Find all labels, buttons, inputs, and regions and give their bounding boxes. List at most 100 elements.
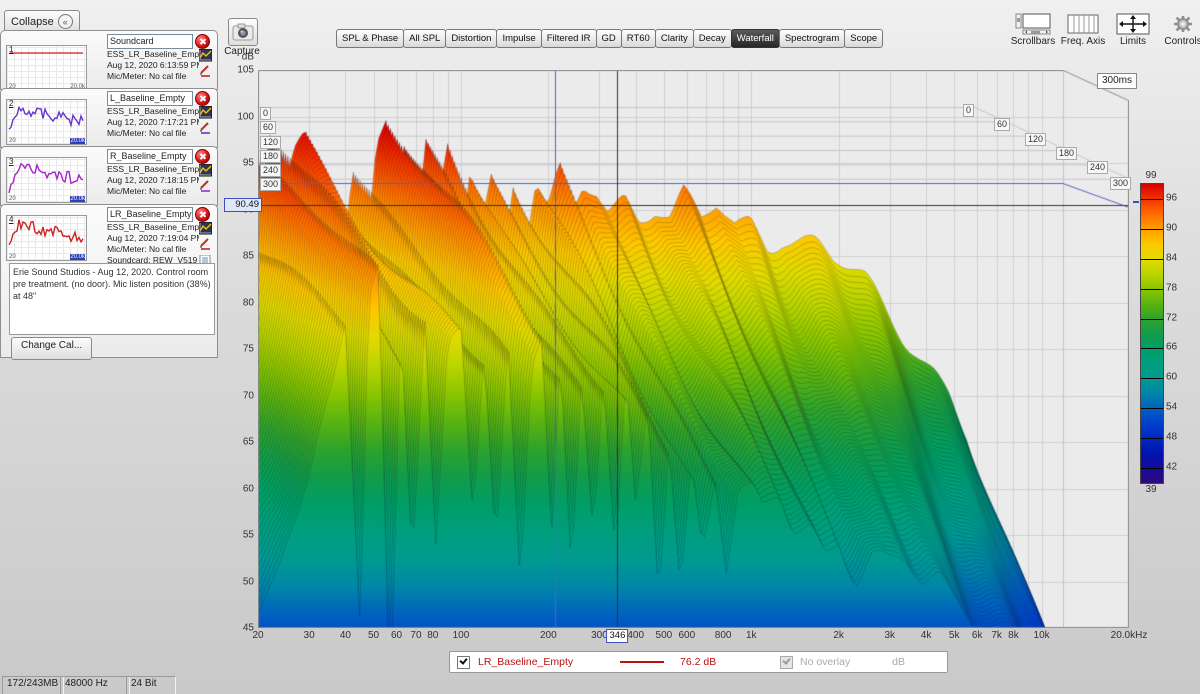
- measurement-notes[interactable]: Erie Sound Studios - Aug 12, 2020. Contr…: [9, 263, 215, 335]
- time-axis-label-left: 240: [260, 164, 281, 177]
- measurement-info-line: Aug 12, 2020 7:17:21 PM: [107, 117, 199, 128]
- y-axis-tick: 105: [222, 65, 254, 76]
- measurement-info-line: ESS_LR_Baseline_Empty: [107, 222, 199, 233]
- trace-visible-checkbox[interactable]: [457, 656, 470, 669]
- time-window-badge: 300ms: [1097, 73, 1137, 89]
- measurement-card-1[interactable]: SoundcardESS_LR_Baseline_EmptyAug 12, 20…: [0, 30, 218, 90]
- measurement-actions-icon[interactable]: [199, 49, 212, 62]
- colorbar-tick: [1141, 229, 1163, 230]
- limits-button[interactable]: Limits: [1110, 12, 1156, 47]
- time-axis-label-right: 60: [994, 118, 1010, 131]
- freq-axis-button[interactable]: Freq. Axis: [1060, 12, 1106, 47]
- colorbar-tick: [1141, 289, 1163, 290]
- trace-cursor-value: 76.2 dB: [680, 656, 740, 668]
- x-axis-tick: 800: [715, 630, 732, 641]
- delete-measurement-button[interactable]: [195, 91, 210, 106]
- x-axis-tick: 4k: [921, 630, 932, 641]
- trace-color-pencil-icon[interactable]: [199, 121, 212, 134]
- x-axis-tick: 600: [679, 630, 696, 641]
- x-axis-tick: 400: [627, 630, 644, 641]
- controls-button[interactable]: Controls: [1160, 12, 1200, 47]
- thumb-axis-max: 20.0k: [70, 196, 85, 202]
- measurement-card-3[interactable]: R_Baseline_EmptyESS_LR_Baseline_EmptyAug…: [0, 146, 218, 206]
- tab-spl-phase[interactable]: SPL & Phase: [336, 29, 404, 48]
- thumb-axis-min: 20: [9, 138, 16, 144]
- tab-spectrogram[interactable]: Spectrogram: [779, 29, 845, 48]
- x-axis-tick: 100: [453, 630, 470, 641]
- measurement-info-line: Mic/Meter: No cal file: [107, 71, 199, 82]
- trace-color-pencil-icon[interactable]: [199, 237, 212, 250]
- y-axis-tick: 50: [222, 576, 254, 587]
- trace-name: LR_Baseline_Empty: [478, 656, 606, 668]
- graph-toolbar: Scrollbars Freq. Axis Limits Controls: [1010, 12, 1200, 47]
- measurement-thumbnail[interactable]: 32020.0k: [6, 157, 87, 203]
- camera-icon: [232, 23, 254, 41]
- y-axis-tick: 65: [222, 437, 254, 448]
- measurement-name-input[interactable]: LR_Baseline_Empty: [107, 207, 193, 222]
- tab-gd[interactable]: GD: [596, 29, 622, 48]
- x-axis-tick: 20.0kHz: [1111, 630, 1148, 641]
- colorbar-tick: [1141, 408, 1163, 409]
- trace-color-pencil-icon[interactable]: [199, 64, 212, 77]
- colorbar-min-label: 39: [1138, 484, 1164, 495]
- measurement-card-2[interactable]: L_Baseline_EmptyESS_LR_Baseline_EmptyAug…: [0, 88, 218, 148]
- tab-filtered-ir[interactable]: Filtered IR: [541, 29, 597, 48]
- measurement-name-input[interactable]: L_Baseline_Empty: [107, 91, 193, 106]
- status-sample-rate: 48000 Hz: [60, 676, 130, 694]
- tab-scope[interactable]: Scope: [844, 29, 883, 48]
- tab-rt60[interactable]: RT60: [621, 29, 656, 48]
- overlay-checkbox[interactable]: [780, 656, 793, 669]
- colorbar-tick: [1141, 348, 1163, 349]
- status-bit-depth: 24 Bit: [126, 676, 176, 694]
- tab-impulse[interactable]: Impulse: [496, 29, 541, 48]
- measurement-info-line: Mic/Meter: No cal file: [107, 128, 199, 139]
- x-axis-tick: 5k: [949, 630, 960, 641]
- colorbar-tick: [1141, 319, 1163, 320]
- time-axis-label-left: 120: [260, 136, 281, 149]
- measurement-info-line: ESS_LR_Baseline_Empty: [107, 49, 199, 60]
- measurement-thumbnail[interactable]: 12020.0k: [6, 45, 87, 91]
- colorbar-cursor-tick: [1133, 201, 1139, 203]
- trace-color-pencil-icon[interactable]: [199, 179, 212, 192]
- tab-waterfall[interactable]: Waterfall: [731, 29, 780, 48]
- measurement-name-input[interactable]: R_Baseline_Empty: [107, 149, 193, 164]
- colorbar-tick: [1141, 199, 1163, 200]
- x-axis-tick: 200: [540, 630, 557, 641]
- scrollbars-button[interactable]: Scrollbars: [1010, 12, 1056, 47]
- collapse-label: Collapse: [11, 16, 54, 28]
- colorbar-tick: [1141, 438, 1163, 439]
- measurement-name-input[interactable]: Soundcard: [107, 34, 193, 49]
- x-axis-tick: 70: [410, 630, 421, 641]
- measurement-card-4[interactable]: LR_Baseline_EmptyESS_LR_Baseline_EmptyAu…: [0, 204, 218, 358]
- tab-clarity[interactable]: Clarity: [655, 29, 694, 48]
- measurement-actions-icon[interactable]: [199, 222, 212, 235]
- freq-axis-label: Freq. Axis: [1060, 36, 1106, 47]
- x-axis-tick: 8k: [1008, 630, 1019, 641]
- delete-measurement-button[interactable]: [195, 34, 210, 49]
- colorbar-tick-label: 42: [1166, 462, 1177, 473]
- y-axis-tick: 45: [222, 623, 254, 634]
- measurement-actions-icon[interactable]: [199, 164, 212, 177]
- colorbar: [1140, 183, 1164, 484]
- tab-decay[interactable]: Decay: [693, 29, 732, 48]
- measurement-thumbnail[interactable]: 22020.0k: [6, 99, 87, 145]
- measurement-info-line: ESS_LR_Baseline_Empty: [107, 164, 199, 175]
- limits-label: Limits: [1110, 36, 1156, 47]
- capture-button[interactable]: [228, 18, 258, 46]
- scrollbars-label: Scrollbars: [1010, 36, 1056, 47]
- thumb-axis-min: 20: [9, 196, 16, 202]
- tab-all-spl[interactable]: All SPL: [403, 29, 446, 48]
- x-axis-tick: 10k: [1034, 630, 1050, 641]
- measurement-info-line: ESS_LR_Baseline_Empty: [107, 106, 199, 117]
- graph-tabs: SPL & PhaseAll SPLDistortionImpulseFilte…: [337, 29, 883, 48]
- tab-distortion[interactable]: Distortion: [445, 29, 497, 48]
- trace-color-swatch: [620, 661, 664, 663]
- delete-measurement-button[interactable]: [195, 207, 210, 222]
- x-axis-tick: 30: [304, 630, 315, 641]
- measurement-thumbnail[interactable]: 42020.0k: [6, 215, 87, 261]
- time-axis-label-right: 240: [1087, 161, 1108, 174]
- change-cal-button[interactable]: Change Cal...: [11, 337, 92, 360]
- delete-measurement-button[interactable]: [195, 149, 210, 164]
- waterfall-plot[interactable]: [258, 70, 1129, 628]
- measurement-actions-icon[interactable]: [199, 106, 212, 119]
